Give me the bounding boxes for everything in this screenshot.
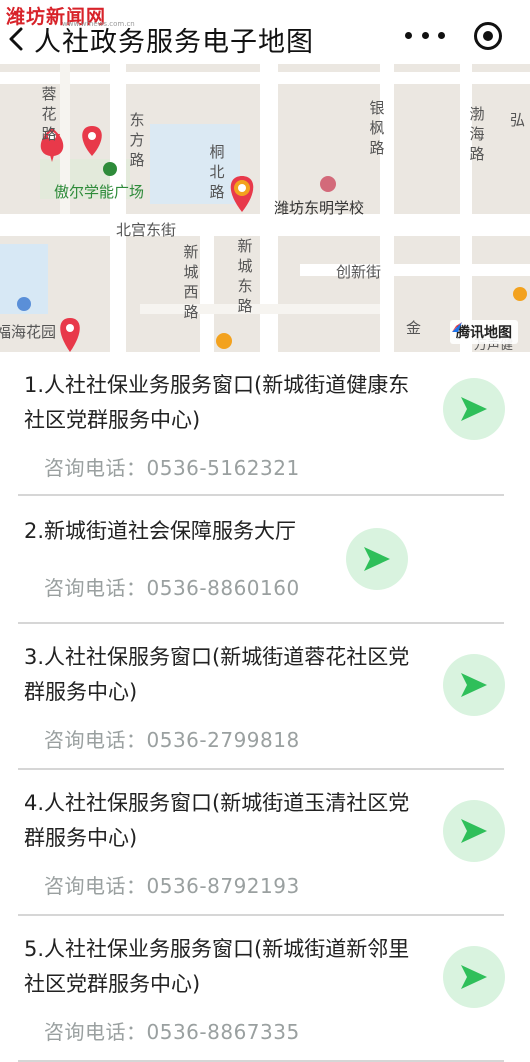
road-label: 渤海路 [469, 105, 485, 163]
poi-label: 潍坊东明学校 [274, 199, 365, 217]
location-name: 5.人社社保业务服务窗口(新城街道新邻里社区党群服务中心) [24, 937, 410, 996]
map-view[interactable]: 蓉花路 东方路 桐北路 银枫路 渤海路 弘 北宫东街 新城西路 新城东路 创新街… [0, 64, 530, 352]
list-item[interactable]: 3.人社社保服务窗口(新城街道蓉花社区党群服务中心) 咨询电话：0536-279… [0, 624, 530, 770]
road-label: 银枫路 [369, 99, 385, 157]
navigate-arrow-icon [461, 397, 487, 421]
more-dot-icon [438, 31, 445, 39]
school-icon [320, 176, 336, 192]
location-phone[interactable]: 咨询电话：0536-8860160 [44, 572, 300, 601]
tencent-map-icon [452, 322, 462, 332]
location-phone[interactable]: 咨询电话：0536-8792193 [44, 870, 300, 899]
road-label: 新城西路 [183, 243, 199, 321]
road-label: 创新街 [336, 263, 382, 281]
navigate-button[interactable] [346, 528, 408, 590]
close-miniprogram-button[interactable] [474, 22, 502, 50]
road-label: 新城东路 [237, 237, 253, 315]
navigate-button[interactable] [443, 378, 505, 440]
road-label: 弘 [510, 111, 526, 129]
poi-label: 傲尔学能广场 [54, 183, 145, 201]
navigate-button[interactable] [443, 946, 505, 1008]
list-item[interactable]: 5.人社社保业务服务窗口(新城街道新邻里社区党群服务中心) 咨询电话：0536-… [0, 916, 530, 1062]
navigate-button[interactable] [443, 800, 505, 862]
road-label: 桐北路 [209, 143, 225, 201]
more-menu-button[interactable] [405, 22, 445, 48]
road-label: 北宫东街 [116, 221, 177, 239]
more-dot-icon [421, 31, 429, 39]
map-provider-name: 腾讯地图 [456, 325, 512, 341]
location-name: 1.人社社保业务服务窗口(新城街道健康东社区党群服务中心) [24, 373, 410, 432]
map-provider-logo: 腾讯地图 [450, 320, 518, 344]
location-name: 3.人社社保服务窗口(新城街道蓉花社区党群服务中心) [24, 645, 410, 704]
park-icon [103, 162, 117, 176]
poi-label: 福海花园 [0, 323, 57, 341]
navigate-arrow-icon [461, 673, 487, 697]
location-name: 4.人社社保服务窗口(新城街道玉清社区党群服务中心) [24, 791, 410, 850]
map-canvas [0, 64, 530, 352]
road-label: 金 [406, 319, 422, 337]
navigate-arrow-icon [461, 965, 487, 989]
list-item[interactable]: 4.人社社保服务窗口(新城街道玉清社区党群服务中心) 咨询电话：0536-879… [0, 770, 530, 916]
road-label: 东方路 [129, 111, 145, 169]
location-phone[interactable]: 咨询电话：0536-5162321 [44, 452, 300, 481]
back-icon[interactable] [2, 24, 32, 54]
title-bar: 潍坊新闻网 www.wfnews.com.cn 人社政务服务电子地图 [0, 0, 530, 64]
more-dot-icon [405, 31, 412, 39]
road-label: 蓉花路 [41, 85, 57, 143]
list-item[interactable]: 2.新城街道社会保障服务大厅 咨询电话：0536-8860160 [0, 496, 530, 624]
navigate-arrow-icon [461, 819, 487, 843]
list-item[interactable]: 1.人社社保业务服务窗口(新城街道健康东社区党群服务中心) 咨询电话：0536-… [0, 352, 530, 498]
location-phone[interactable]: 咨询电话：0536-2799818 [44, 724, 300, 753]
navigate-arrow-icon [364, 547, 390, 571]
page-title: 人社政务服务电子地图 [34, 27, 314, 58]
poi-icon [216, 333, 232, 349]
building-icon [17, 297, 31, 311]
location-phone[interactable]: 咨询电话：0536-8867335 [44, 1016, 300, 1045]
poi-icon [513, 287, 527, 301]
navigate-button[interactable] [443, 654, 505, 716]
